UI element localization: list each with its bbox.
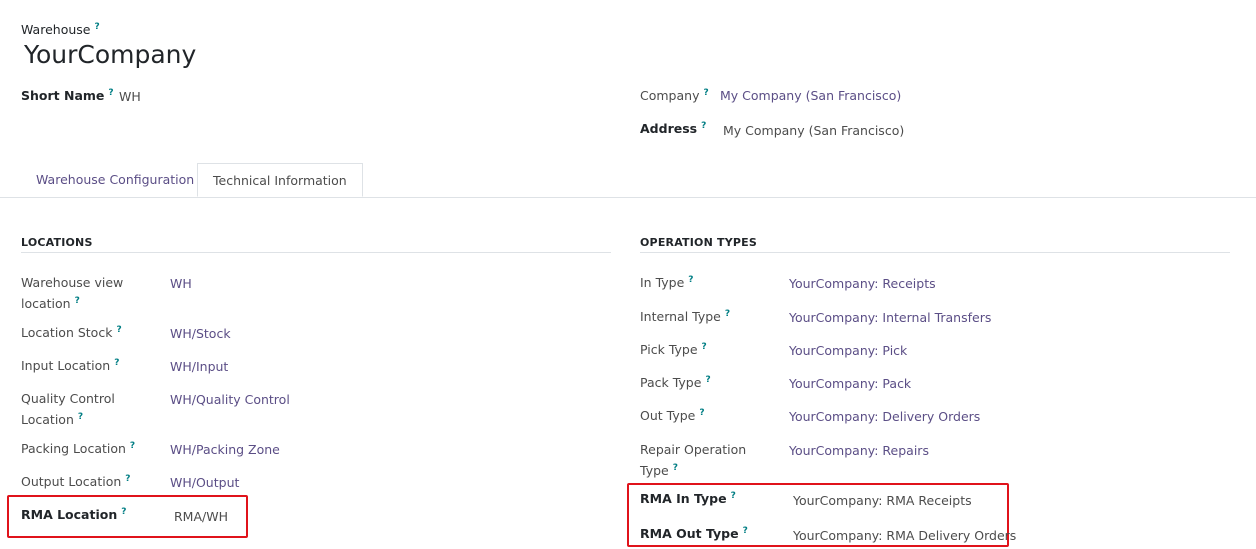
internal-type-link[interactable]: YourCompany: Internal Transfers	[789, 310, 991, 325]
help-icon[interactable]: ?	[673, 463, 678, 473]
help-icon[interactable]: ?	[731, 491, 736, 501]
help-icon[interactable]: ?	[125, 474, 130, 484]
help-icon[interactable]: ?	[688, 275, 693, 285]
label-text: RMA In Type	[640, 491, 727, 507]
help-icon[interactable]: ?	[108, 88, 113, 98]
location-stock-label: Location Stock?	[21, 325, 122, 340]
in-type-label: In Type?	[640, 275, 694, 290]
label-text: In Type	[640, 275, 685, 291]
operation-types-section-title: OPERATION TYPES	[640, 236, 758, 249]
out-type-link[interactable]: YourCompany: Delivery Orders	[789, 409, 980, 424]
tab-technical-information[interactable]: Technical Information	[197, 163, 363, 197]
locations-section-rule	[21, 252, 611, 253]
rma-out-type-label: RMA Out Type?	[640, 526, 748, 541]
label-text: Location Stock	[21, 325, 113, 341]
address-input[interactable]: My Company (San Francisco)	[723, 123, 904, 138]
quality-control-location-label: Quality Control Location?	[21, 389, 115, 429]
label-line: Warehouse view	[21, 275, 124, 290]
pack-type-label: Pack Type?	[640, 375, 711, 390]
tab-warehouse-configuration[interactable]: Warehouse Configuration	[21, 163, 209, 197]
company-label-text: Company	[640, 88, 700, 104]
input-location-label: Input Location?	[21, 358, 119, 373]
help-icon[interactable]: ?	[130, 441, 135, 451]
warehouse-name-input[interactable]: YourCompany	[24, 40, 196, 69]
label-line: Repair Operation	[640, 442, 747, 457]
output-location-label: Output Location?	[21, 474, 131, 489]
help-icon[interactable]: ?	[116, 325, 121, 335]
company-link[interactable]: My Company (San Francisco)	[720, 88, 901, 103]
rma-in-type-label: RMA In Type?	[640, 491, 736, 506]
in-type-link[interactable]: YourCompany: Receipts	[789, 276, 936, 291]
help-icon[interactable]: ?	[743, 526, 748, 536]
label-text: Pack Type	[640, 375, 702, 391]
label-line: Quality Control	[21, 391, 115, 406]
internal-type-label: Internal Type?	[640, 309, 730, 324]
address-label: Address?	[640, 121, 706, 136]
help-icon[interactable]: ?	[701, 121, 706, 131]
rma-location-input[interactable]: RMA/WH	[174, 509, 228, 524]
label-text: Internal Type	[640, 309, 721, 325]
warehouse-label-text: Warehouse	[21, 22, 91, 38]
pick-type-label: Pick Type?	[640, 342, 707, 357]
help-icon[interactable]: ?	[705, 375, 710, 385]
address-label-text: Address	[640, 121, 698, 137]
company-label: Company?	[640, 88, 709, 103]
location-stock-link[interactable]: WH/Stock	[170, 326, 231, 341]
label-line: location	[21, 296, 71, 312]
help-icon[interactable]: ?	[725, 309, 730, 319]
label-text: Input Location	[21, 358, 111, 374]
help-icon[interactable]: ?	[699, 408, 704, 418]
warehouse-view-location-label: Warehouse view location?	[21, 273, 123, 313]
pack-type-link[interactable]: YourCompany: Pack	[789, 376, 911, 391]
pick-type-link[interactable]: YourCompany: Pick	[789, 343, 907, 358]
rma-in-type-input[interactable]: YourCompany: RMA Receipts	[793, 493, 972, 508]
rma-location-label: RMA Location?	[21, 507, 126, 522]
out-type-label: Out Type?	[640, 408, 705, 423]
label-text: Pick Type	[640, 342, 698, 358]
help-icon[interactable]: ?	[114, 358, 119, 368]
help-icon[interactable]: ?	[121, 507, 126, 517]
help-icon[interactable]: ?	[75, 296, 80, 306]
label-text: Output Location	[21, 474, 122, 490]
label-text: RMA Location	[21, 507, 118, 523]
label-line: Type	[640, 463, 669, 479]
short-name-label: Short Name?	[21, 88, 114, 103]
packing-location-link[interactable]: WH/Packing Zone	[170, 442, 280, 457]
label-text: RMA Out Type	[640, 526, 739, 542]
locations-section-title: LOCATIONS	[21, 236, 93, 249]
input-location-link[interactable]: WH/Input	[170, 359, 228, 374]
label-line: Location	[21, 412, 74, 428]
short-name-input[interactable]: WH	[119, 89, 141, 104]
packing-location-label: Packing Location?	[21, 441, 135, 456]
help-icon[interactable]: ?	[703, 88, 708, 98]
repair-operation-type-label: Repair Operation Type?	[640, 440, 746, 480]
help-icon[interactable]: ?	[78, 412, 83, 422]
warehouse-view-location-link[interactable]: WH	[170, 276, 192, 291]
label-text: Out Type	[640, 408, 696, 424]
quality-control-location-link[interactable]: WH/Quality Control	[170, 392, 290, 407]
repair-operation-type-link[interactable]: YourCompany: Repairs	[789, 443, 929, 458]
operation-types-section-rule	[640, 252, 1230, 253]
output-location-link[interactable]: WH/Output	[170, 475, 239, 490]
label-text: Packing Location	[21, 441, 126, 457]
short-name-label-text: Short Name	[21, 88, 105, 104]
tabs-divider	[0, 197, 1256, 198]
help-icon[interactable]: ?	[94, 22, 99, 32]
warehouse-field-label: Warehouse?	[21, 22, 100, 37]
help-icon[interactable]: ?	[702, 342, 707, 352]
rma-out-type-input[interactable]: YourCompany: RMA Delivery Orders	[793, 528, 1016, 543]
